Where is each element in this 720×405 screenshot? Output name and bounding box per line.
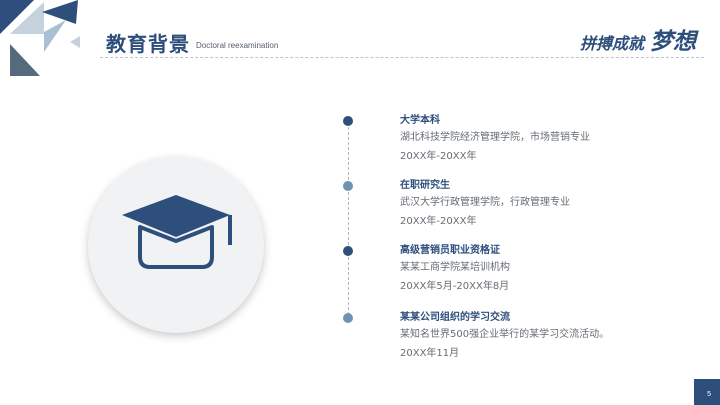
header-divider (100, 57, 704, 58)
timeline-item-date: 20XX年11月 (400, 348, 460, 359)
timeline-item-title: 高级营销员职业资格证 (400, 245, 500, 256)
timeline-item-detail: 湖北科技学院经济管理学院，市场营销专业 (400, 132, 590, 143)
timeline-item-title: 在职研究生 (400, 180, 450, 191)
timeline-item-detail: 某知名世界500强企业举行的某学习交流活动。 (400, 329, 610, 340)
timeline-item: 某某公司组织的学习交流 某知名世界500强企业举行的某学习交流活动。 20XX年… (400, 311, 609, 363)
timeline-item-title: 大学本科 (400, 115, 440, 126)
timeline-dot (343, 313, 353, 323)
graduation-cap-icon (122, 195, 232, 269)
timeline-item-date: 20XX年-20XX年 (400, 216, 477, 227)
slogan: 拼搏成就 梦想 (580, 22, 696, 56)
timeline-item-date: 20XX年5月-20XX年8月 (400, 281, 510, 292)
timeline-item-title: 某某公司组织的学习交流 (400, 312, 510, 323)
timeline-item: 大学本科 湖北科技学院经济管理学院，市场营销专业 20XX年-20XX年 (400, 114, 590, 166)
page-subtitle: Doctoral reexamination (196, 41, 279, 50)
icon-circle (88, 157, 264, 333)
corner-decoration (0, 0, 80, 76)
page-number: 5 (707, 391, 711, 398)
timeline-dot (343, 246, 353, 256)
page-title: 教育背景 (106, 32, 190, 56)
slogan-small: 拼搏成就 (579, 34, 644, 53)
timeline-item: 高级营销员职业资格证 某某工商学院某培训机构 20XX年5月-20XX年8月 (400, 244, 510, 296)
timeline-line (348, 122, 349, 320)
timeline-dot (343, 116, 353, 126)
timeline-item-date: 20XX年-20XX年 (400, 151, 477, 162)
timeline-item: 在职研究生 武汉大学行政管理学院，行政管理专业 20XX年-20XX年 (400, 179, 570, 231)
slogan-large: 梦想 (650, 29, 696, 55)
timeline-item-detail: 某某工商学院某培训机构 (400, 262, 510, 273)
timeline-dot (343, 181, 353, 191)
timeline-item-detail: 武汉大学行政管理学院，行政管理专业 (400, 197, 570, 208)
